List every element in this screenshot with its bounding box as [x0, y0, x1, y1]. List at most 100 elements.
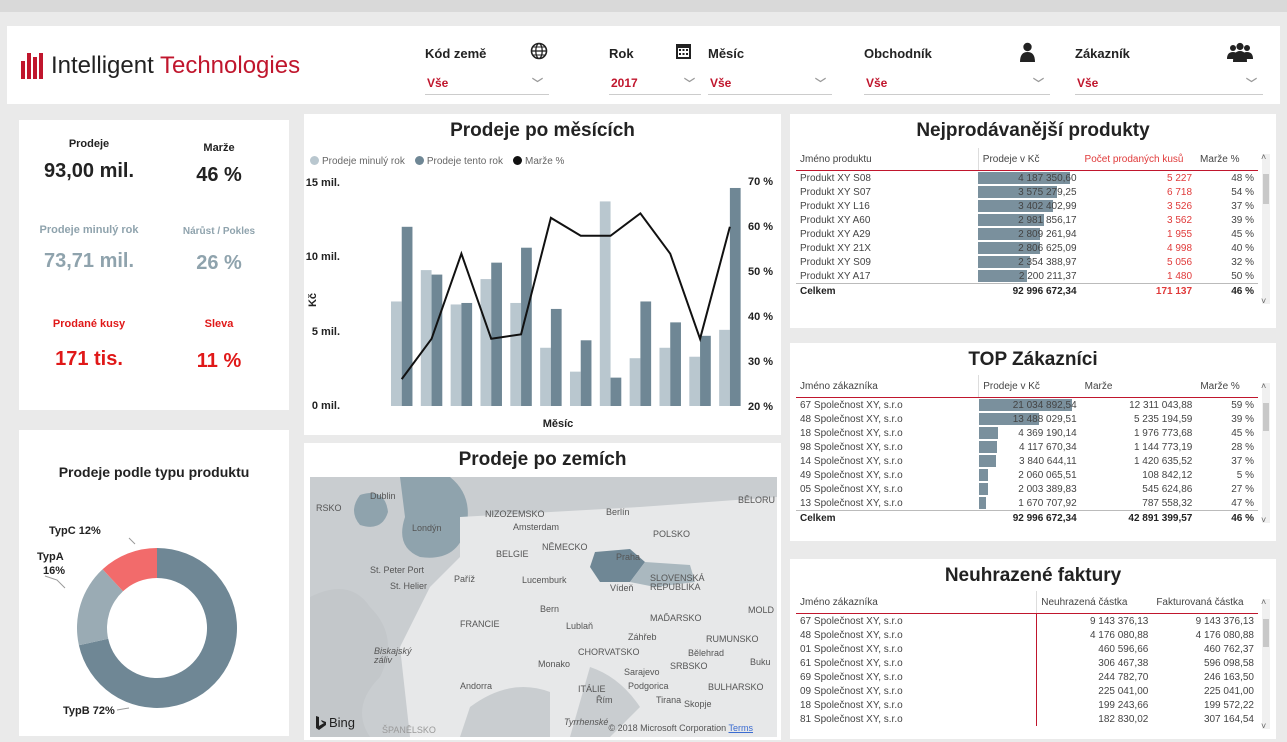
- kpi-prodeje-value: 93,00 mil.: [43, 160, 135, 182]
- filter-obchodnik-select[interactable]: Vše ﹀: [864, 72, 1050, 95]
- customer-sales-cell: 4 117 670,34: [978, 440, 1081, 454]
- invoices-col-name[interactable]: Jméno zákazníka: [796, 591, 1037, 614]
- bar-minuly-rok[interactable]: [510, 302, 522, 406]
- bar-tento-rok[interactable]: [550, 308, 562, 406]
- bar-tento-rok[interactable]: [431, 274, 443, 406]
- table-row[interactable]: Produkt XY A17 2 200 211,37 1 480 50 %: [796, 269, 1258, 284]
- total-label: Celkem: [796, 510, 979, 525]
- scroll-up-icon[interactable]: ˄: [1261, 597, 1266, 607]
- scroll-down-icon[interactable]: ˅: [1261, 515, 1266, 525]
- table-row[interactable]: 61 Společnost XY, s.r.o 306 467,38 596 098…: [796, 656, 1258, 670]
- table-row[interactable]: Produkt XY 21X 2 806 625,09 4 998 40 %: [796, 241, 1258, 255]
- filter-obchodnik-label: Obchodník: [864, 46, 932, 61]
- map-copyright-text: © 2018 Microsoft Corporation: [608, 723, 727, 733]
- table-row[interactable]: 14 Společnost XY, s.r.o 3 840 644,11 1 420…: [796, 454, 1258, 468]
- products-col-margin[interactable]: Marže %: [1196, 148, 1258, 171]
- filter-mesic-select[interactable]: Vše ﹀: [708, 72, 832, 95]
- table-row[interactable]: 81 Společnost XY, s.r.o 182 830,02 307 164…: [796, 712, 1258, 726]
- customers-col-marze[interactable]: Marže: [1080, 375, 1197, 398]
- table-row[interactable]: 48 Společnost XY, s.r.o 4 176 080,88 4 176…: [796, 628, 1258, 642]
- customer-name-cell: 05 Společnost XY, s.r.o: [796, 482, 979, 496]
- table-row[interactable]: 49 Společnost XY, s.r.o 2 060 065,51 108 8…: [796, 468, 1258, 482]
- bar-minuly-rok[interactable]: [599, 201, 611, 406]
- table-row[interactable]: 69 Společnost XY, s.r.o 244 782,70 246 163…: [796, 670, 1258, 684]
- table-row[interactable]: 18 Společnost XY, s.r.o 4 369 190,14 1 976…: [796, 426, 1258, 440]
- bar-minuly-rok[interactable]: [450, 304, 462, 406]
- table-row[interactable]: 13 Společnost XY, s.r.o 1 670 707,92 787 5…: [796, 496, 1258, 511]
- invoices-col-unpaid[interactable]: Neuhrazená částka: [1036, 591, 1153, 614]
- bar-minuly-rok[interactable]: [629, 358, 641, 406]
- product-sales: 3 575 279,25: [1018, 186, 1077, 198]
- map-terms-link[interactable]: Terms: [729, 723, 754, 733]
- products-scrollbar[interactable]: ˄ ˅: [1261, 152, 1270, 306]
- products-col-name[interactable]: Jméno produktu: [796, 148, 979, 171]
- kpi-prodeje-minuly-value: 73,71 mil.: [43, 250, 135, 272]
- ytick-5: 5 mil.: [312, 326, 340, 338]
- table-row[interactable]: Produkt XY S09 2 354 388,97 5 056 32 %: [796, 255, 1258, 269]
- table-row[interactable]: Produkt XY S08 4 187 350,60 5 227 48 %: [796, 171, 1258, 186]
- sales-bar: [978, 483, 988, 495]
- customers-col-pct[interactable]: Marže %: [1196, 375, 1258, 398]
- table-row[interactable]: Produkt XY A60 2 981 856,17 3 562 39 %: [796, 213, 1258, 227]
- table-row[interactable]: 67 Společnost XY, s.r.o 21 034 892,54 12 3…: [796, 398, 1258, 413]
- bar-tento-rok[interactable]: [461, 302, 473, 406]
- invoice-name-cell: 61 Společnost XY, s.r.o: [796, 656, 1037, 670]
- customer-id: 05: [800, 483, 812, 495]
- filter-rok-select[interactable]: 2017 ﹀: [609, 72, 701, 95]
- customer-id: 14: [800, 455, 812, 467]
- table-row[interactable]: 09 Společnost XY, s.r.o 225 041,00 225 041…: [796, 684, 1258, 698]
- kpi-kusy-label: Prodané kusy: [52, 318, 126, 330]
- filter-zakaznik-select[interactable]: Vše ﹀: [1075, 72, 1263, 95]
- bar-minuly-rok[interactable]: [540, 347, 551, 406]
- scroll-down-icon[interactable]: ˅: [1261, 296, 1266, 306]
- bar-minuly-rok[interactable]: [719, 329, 730, 406]
- invoice-billed: 225 041,00: [1203, 685, 1254, 697]
- table-row[interactable]: 98 Společnost XY, s.r.o 4 117 670,34 1 144…: [796, 440, 1258, 454]
- table-row[interactable]: 67 Společnost XY, s.r.o 9 143 376,13 9 143…: [796, 613, 1258, 628]
- bar-tento-rok[interactable]: [580, 340, 592, 406]
- customer-name-cell: 49 Společnost XY, s.r.o: [796, 468, 979, 482]
- products-col-sales[interactable]: Prodeje v Kč: [977, 148, 1081, 171]
- customer-sales-cell: 21 034 892,54: [978, 398, 1081, 413]
- table-row[interactable]: Produkt XY L16 3 402 402,99 3 526 37 %: [796, 199, 1258, 213]
- products-col-qty[interactable]: Počet prodaných kusů: [1080, 148, 1197, 171]
- customer-marze: 108 842,12: [1142, 469, 1193, 481]
- bar-minuly-rok[interactable]: [659, 347, 671, 406]
- customer-id: 13: [800, 497, 812, 509]
- product-qty: 3 562: [1167, 214, 1193, 226]
- bar-tento-rok[interactable]: [729, 187, 741, 406]
- bar-tento-rok[interactable]: [401, 226, 413, 406]
- table-row[interactable]: 01 Společnost XY, s.r.o 460 596,66 460 762…: [796, 642, 1258, 656]
- product-margin: 40 %: [1231, 242, 1254, 254]
- customer-marze: 12 311 043,88: [1129, 399, 1193, 411]
- bar-tento-rok[interactable]: [640, 301, 652, 406]
- bar-tento-rok[interactable]: [700, 335, 711, 406]
- filter-kod-zeme-select[interactable]: Vše ﹀: [425, 72, 549, 95]
- bar-tento-rok[interactable]: [610, 377, 622, 406]
- table-row[interactable]: 05 Společnost XY, s.r.o 2 003 389,83 545 6…: [796, 482, 1258, 496]
- bar-minuly-rok[interactable]: [689, 356, 701, 406]
- bar-minuly-rok[interactable]: [420, 270, 432, 406]
- customers-scrollbar[interactable]: ˄ ˅: [1261, 381, 1270, 525]
- customers-col-name[interactable]: Jméno zákazníka: [796, 375, 979, 398]
- table-row[interactable]: 18 Společnost XY, s.r.o 199 243,66 199 572…: [796, 698, 1258, 712]
- donut-label-typa-pct: 16%: [43, 565, 65, 577]
- invoices-col-billed[interactable]: Fakturovaná částka: [1152, 591, 1258, 614]
- scroll-up-icon[interactable]: ˄: [1261, 381, 1266, 391]
- bar-minuly-rok[interactable]: [569, 371, 581, 406]
- scroll-down-icon[interactable]: ˅: [1261, 721, 1266, 731]
- table-row[interactable]: 48 Společnost XY, s.r.o 13 488 029,51 5 23…: [796, 412, 1258, 426]
- bar-tento-rok[interactable]: [670, 322, 681, 406]
- bar-minuly-rok[interactable]: [390, 301, 402, 406]
- customer-marze: 1 976 773,68: [1133, 427, 1193, 439]
- table-row[interactable]: Produkt XY S07 3 575 279,25 6 718 54 %: [796, 185, 1258, 199]
- customer-sales-cell: 4 369 190,14: [978, 426, 1081, 440]
- scroll-up-icon[interactable]: ˄: [1261, 152, 1266, 162]
- bar-tento-rok[interactable]: [491, 262, 502, 406]
- invoices-scrollbar[interactable]: ˄ ˅: [1261, 597, 1270, 731]
- customers-col-sales[interactable]: Prodeje v Kč: [978, 375, 1081, 398]
- table-row[interactable]: Produkt XY A29 2 809 261,94 1 955 45 %: [796, 227, 1258, 241]
- bar-minuly-rok[interactable]: [480, 279, 492, 406]
- map-view[interactable]: Dublin Londýn Amsterdam NIZOZEMSKO BELGI…: [310, 477, 777, 737]
- customer-id: 18: [800, 427, 812, 439]
